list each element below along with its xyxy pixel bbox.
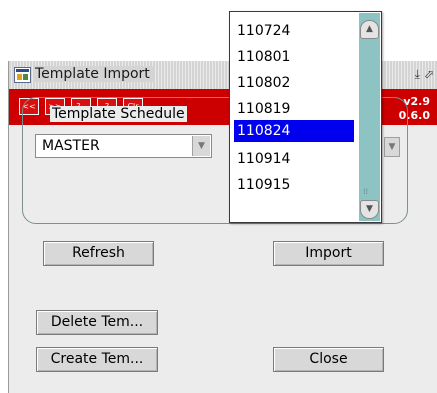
create-template-button[interactable]: Create Tem...	[36, 347, 158, 372]
scroll-grip-icon: ⁞⁞	[363, 187, 369, 196]
app-window-icon	[14, 67, 31, 83]
list-item[interactable]: 110914	[234, 148, 354, 170]
delete-template-button[interactable]: Delete Tem...	[36, 310, 158, 335]
template-select-dropdown-button[interactable]: ▼	[384, 137, 400, 157]
list-item[interactable]: 110801	[234, 46, 354, 68]
list-item[interactable]: 110802	[234, 72, 354, 94]
close-button[interactable]: Close	[273, 347, 384, 372]
template-schedule-value: MASTER	[42, 138, 100, 154]
template-schedule-label: Template Schedule	[50, 106, 187, 122]
scroll-down-icon[interactable]: ▼	[360, 200, 379, 219]
list-item[interactable]: 110819	[234, 98, 354, 120]
scroll-up-icon[interactable]: ▲	[360, 20, 379, 39]
list-item[interactable]: 110915	[234, 174, 354, 196]
template-dropdown-list[interactable]: 110724 110801 110802 110819 110824 11091…	[229, 11, 382, 223]
window-controls: ⤓ ⬀	[415, 67, 434, 83]
dropdown-scrollbar[interactable]: ▲ ⁞⁞ ▼	[359, 13, 380, 221]
minimize-icon[interactable]: ⤓	[415, 67, 420, 83]
chevron-down-icon[interactable]: ▼	[192, 136, 210, 156]
list-item-selected[interactable]: 110824	[234, 120, 354, 142]
template-schedule-select[interactable]: MASTER ▼	[35, 134, 212, 158]
maximize-icon[interactable]: ⬀	[424, 67, 434, 83]
refresh-button[interactable]: Refresh	[43, 241, 154, 266]
list-item[interactable]: 110724	[234, 20, 354, 42]
window-title: Template Import	[35, 66, 154, 82]
import-button[interactable]: Import	[273, 241, 384, 266]
